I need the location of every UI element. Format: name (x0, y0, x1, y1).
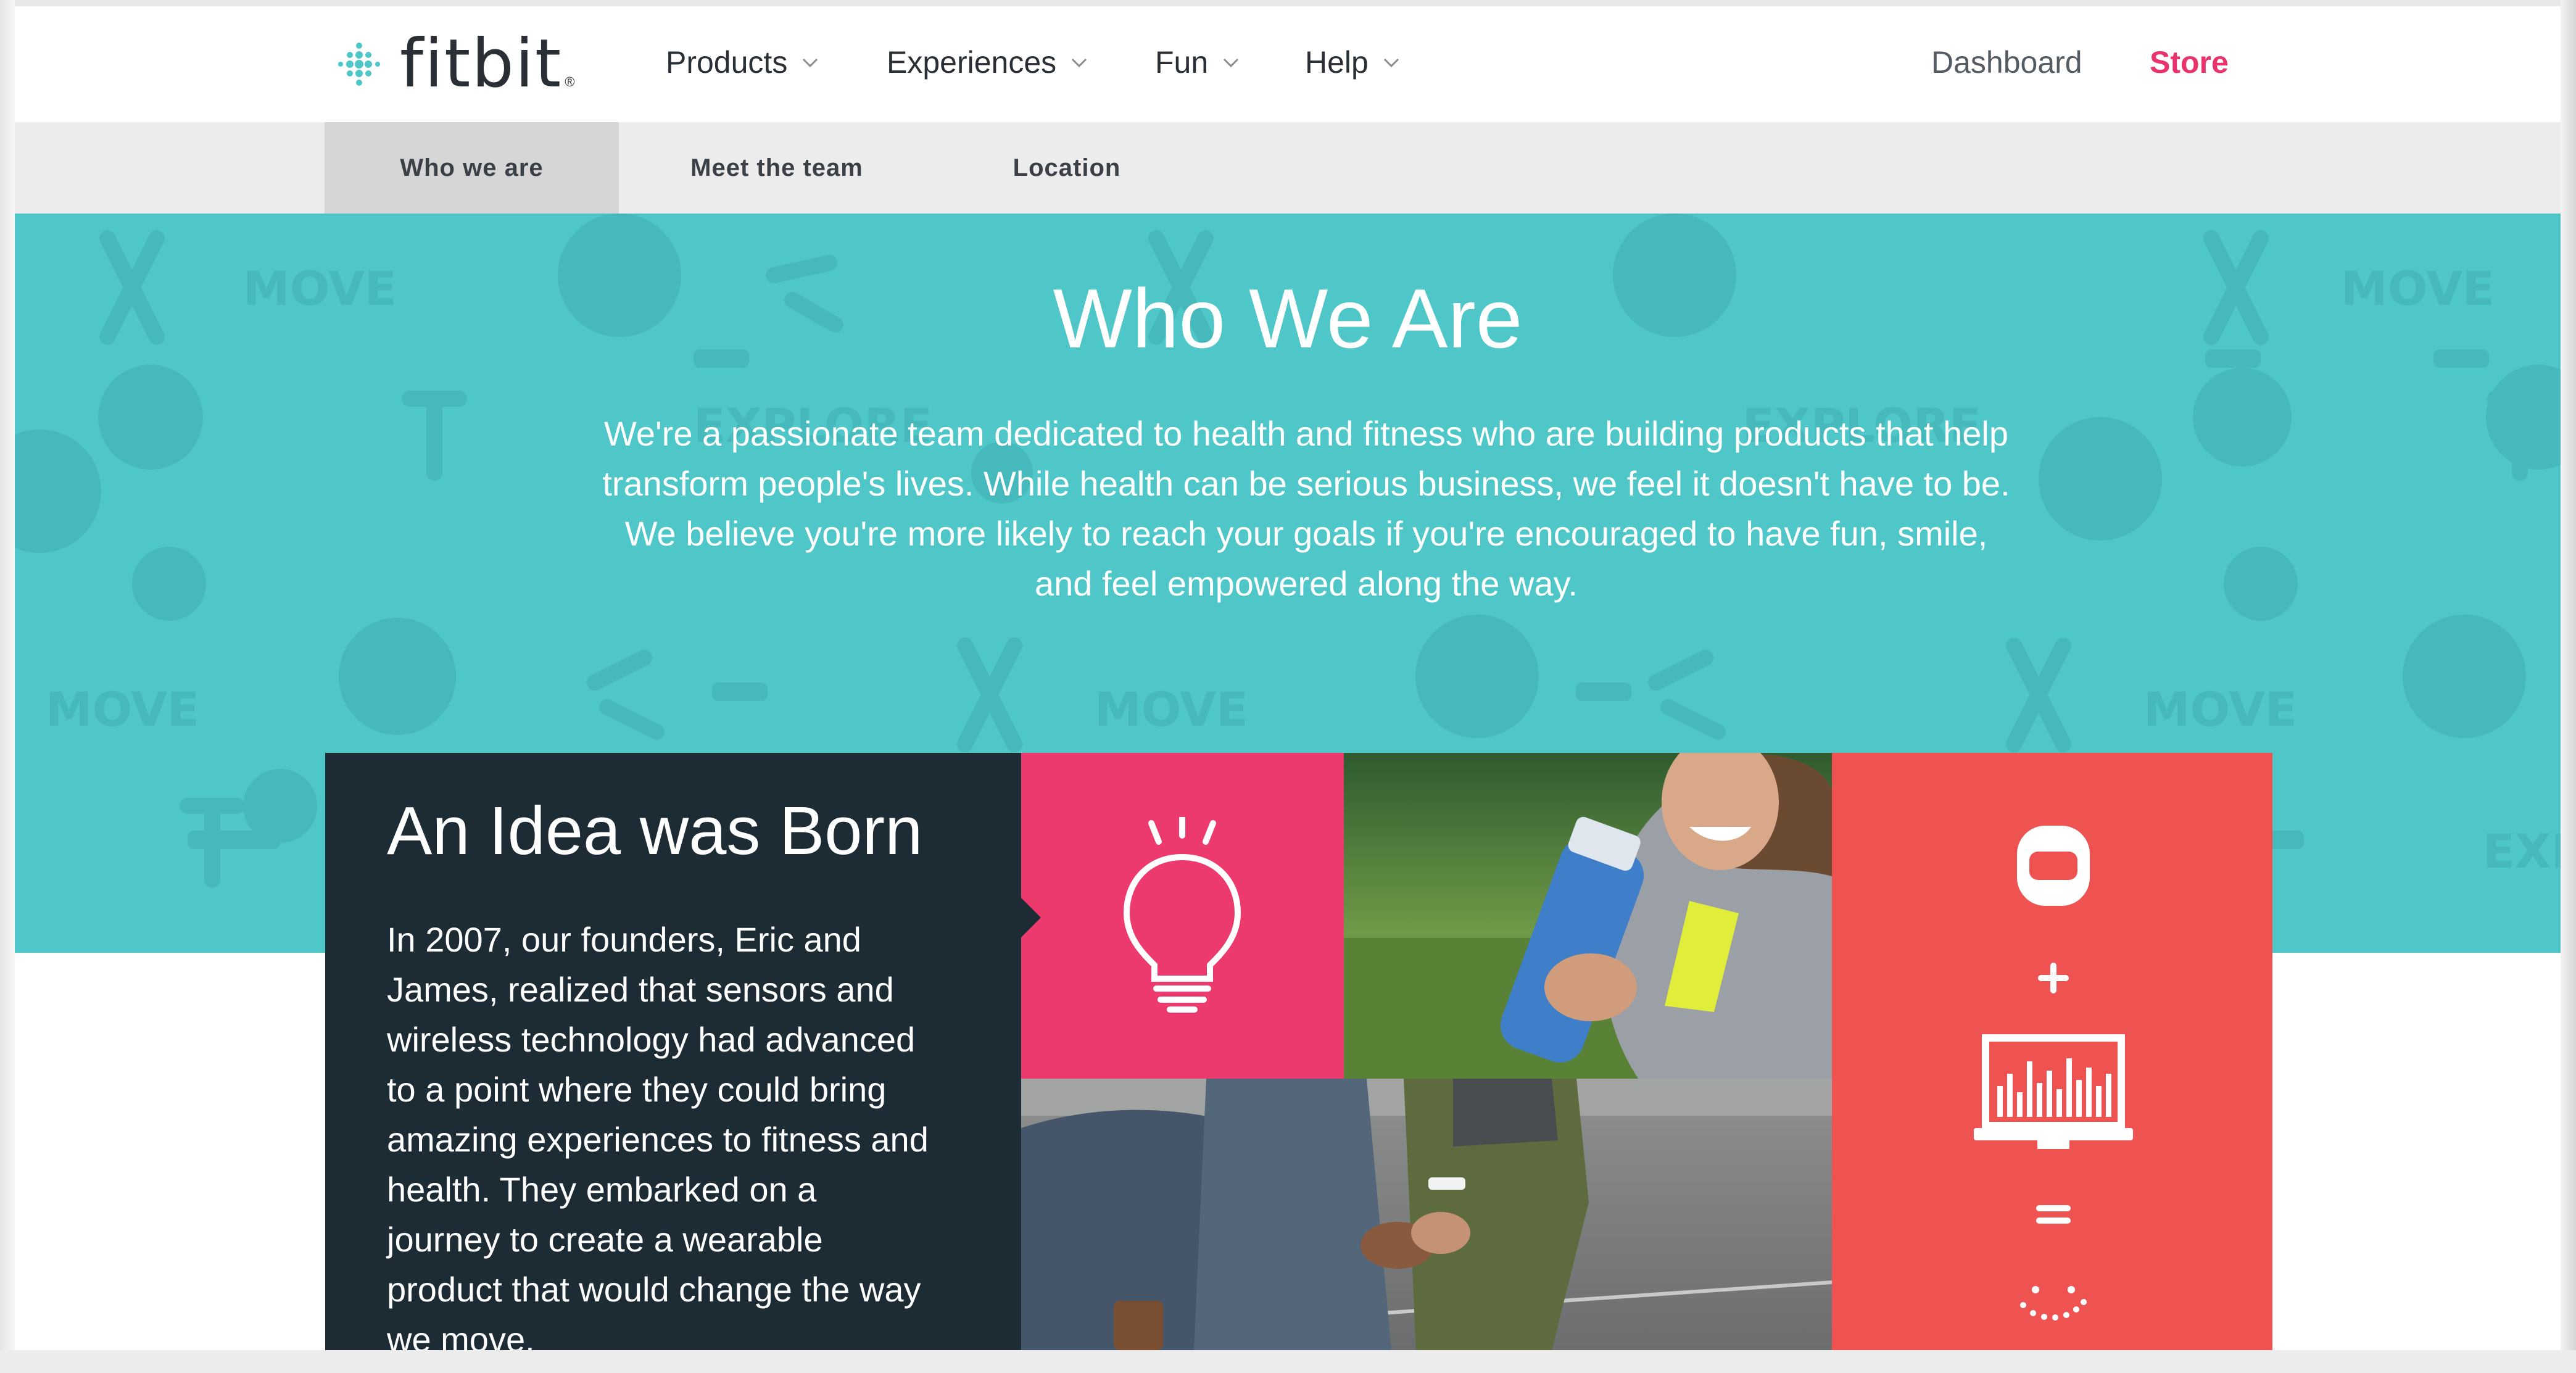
fitbit-dots-icon (338, 43, 380, 86)
idea-feature-panel: An Idea was Born In 2007, our founders, … (325, 753, 2272, 1350)
nav-fun[interactable]: Fun (1155, 44, 1241, 80)
monitor-chart-icon (1974, 1034, 2133, 1149)
smile-icon (2020, 1286, 2087, 1321)
nav-fun-label: Fun (1155, 45, 1209, 80)
fitbit-logo[interactable]: fitbit ® (336, 27, 575, 101)
nav-products[interactable]: Products (666, 44, 821, 80)
nav-experiences[interactable]: Experiences (887, 44, 1090, 80)
equation-graphic (1974, 826, 2133, 1321)
story-text-line: In 2007, our founders, Eric and (387, 920, 861, 959)
svg-text:MOVE: MOVE (1095, 682, 1248, 737)
nav-help[interactable]: Help (1305, 44, 1402, 80)
chevron-down-icon (1383, 58, 1399, 68)
nav-products-label: Products (666, 45, 788, 80)
story-text-line: wireless technology had advanced (387, 1020, 916, 1059)
nav-help-label: Help (1305, 45, 1369, 80)
tab-who-we-are[interactable]: Who we are (325, 122, 619, 214)
hero-text-line: We're a passionate team dedicated to hea… (603, 414, 2008, 453)
tab-meet-the-team[interactable]: Meet the team (632, 122, 922, 214)
dashboard-link[interactable]: Dashboard (1931, 44, 2082, 80)
browser-viewport: fitbit ® Products Experiences Fun Help D… (0, 0, 2576, 1373)
registered-mark: ® (565, 74, 575, 89)
hero-text-line: transform people's lives. While health c… (602, 464, 2010, 503)
story-text: In 2007, our founders, Eric and James, r… (387, 915, 992, 1350)
hero-description: We're a passionate team dedicated to hea… (547, 409, 2065, 608)
story-text-line: James, realized that sensors and (387, 970, 894, 1009)
window-edge-right (2561, 0, 2576, 1373)
story-text-line: amazing experiences to fitness and (387, 1120, 929, 1159)
story-text-line: product that would change the way (387, 1270, 921, 1309)
story-text-line: we move. (387, 1320, 535, 1350)
story-text-line: to a point where they could bring (387, 1070, 887, 1109)
equals-icon (2036, 1205, 2071, 1224)
photo-couple-holding-hands (1021, 1079, 1832, 1350)
window-edge-left (0, 0, 15, 1373)
svg-text:MOVE: MOVE (46, 682, 199, 737)
svg-text:MOVE: MOVE (2143, 682, 2297, 737)
hero-title: Who We Are (1053, 272, 1523, 365)
story-card: An Idea was Born In 2007, our founders, … (325, 753, 1021, 1350)
chevron-down-icon (803, 58, 818, 68)
story-title: An Idea was Born (387, 793, 923, 869)
window-edge-top (0, 0, 2576, 6)
photo-woman-drinking-image (1344, 753, 1832, 1079)
store-link[interactable]: Store (2150, 44, 2229, 80)
equation-tile (1832, 753, 2272, 1350)
window-edge-bottom (0, 1350, 2576, 1373)
chevron-down-icon (1224, 58, 1239, 68)
story-text-line: health. They embarked on a (387, 1170, 817, 1209)
hero-text-line: and feel empowered along the way. (1035, 564, 1578, 603)
plus-icon (2038, 963, 2069, 993)
subnav-bar: Who we are Meet the team Location (15, 122, 2561, 215)
tracker-icon (2017, 826, 2090, 906)
story-pointer (1021, 898, 1041, 937)
story-text-line: journey to create a wearable (387, 1220, 823, 1259)
nav-experiences-label: Experiences (887, 45, 1057, 80)
idea-tile (1021, 753, 1344, 1079)
photo-couple-holding-hands-image (1021, 1079, 1832, 1350)
logo-wordmark: fitbit (400, 25, 563, 102)
photo-woman-drinking (1344, 753, 1832, 1079)
svg-text:EXP: EXP (2483, 824, 2561, 879)
hero-text-line: We believe you're more likely to reach y… (624, 514, 1988, 553)
lightbulb-icon (1123, 817, 1241, 1013)
tab-location[interactable]: Location (922, 122, 1212, 214)
site-header: fitbit ® Products Experiences Fun Help D… (15, 6, 2561, 122)
chevron-down-icon (1072, 58, 1087, 68)
